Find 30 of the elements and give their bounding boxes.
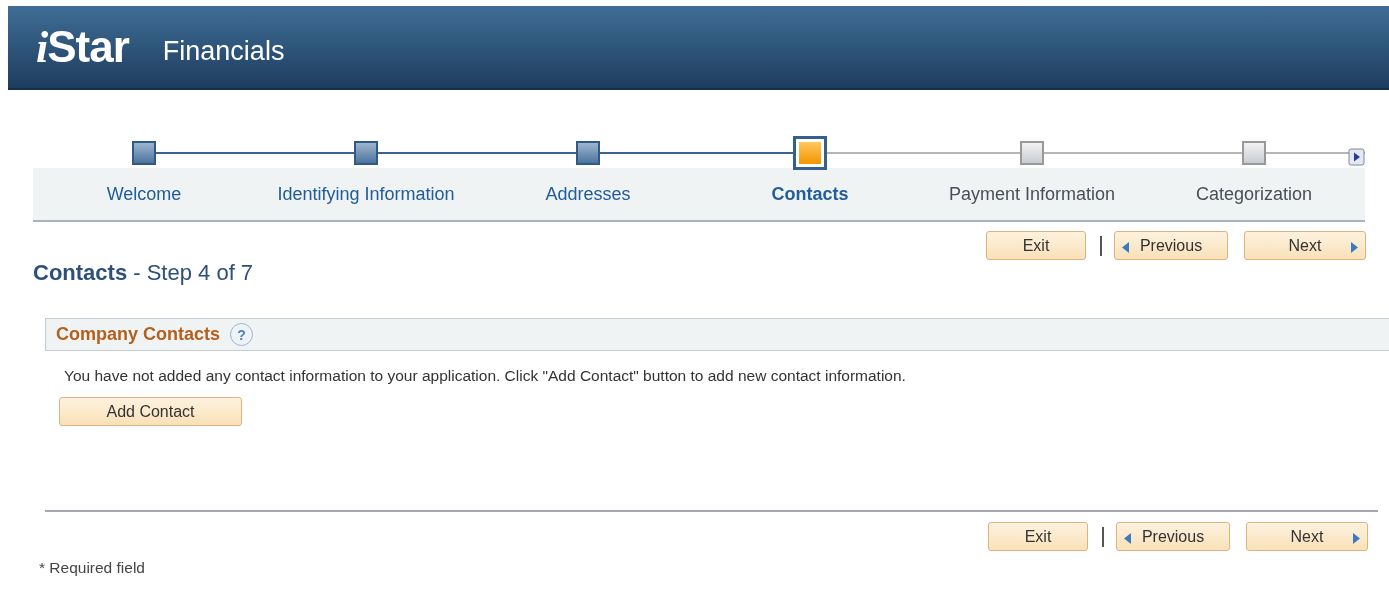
next-button[interactable]: Next	[1244, 231, 1366, 260]
right-arrow-icon	[1353, 533, 1360, 544]
scroll-right-icon[interactable]	[1348, 148, 1366, 168]
step-marker[interactable]	[576, 141, 600, 165]
next-button[interactable]: Next	[1246, 522, 1368, 551]
divider-line	[1100, 235, 1102, 256]
step-marker[interactable]	[354, 141, 378, 165]
section-title: Company Contacts	[56, 324, 221, 345]
exit-button[interactable]: Exit	[986, 231, 1086, 260]
divider-line	[1102, 526, 1104, 547]
step-label[interactable]: Welcome	[106, 183, 182, 205]
previous-button[interactable]: Previous	[1114, 231, 1228, 260]
step-label[interactable]: Addresses	[545, 183, 631, 205]
required-note: * Required field	[39, 559, 146, 577]
right-arrow-icon	[1351, 242, 1358, 253]
page-title: Contacts - Step 4 of 7	[33, 260, 255, 286]
step-marker[interactable]	[793, 136, 827, 170]
left-arrow-icon	[1122, 242, 1129, 253]
logo: iStar	[36, 21, 129, 73]
help-button[interactable]: ?	[230, 323, 254, 346]
step-marker[interactable]	[1242, 141, 1266, 165]
left-arrow-icon	[1124, 533, 1131, 544]
previous-button[interactable]: Previous	[1116, 522, 1230, 551]
step-label[interactable]: Contacts	[771, 183, 849, 205]
step-marker[interactable]	[1020, 141, 1044, 165]
add-contact-button[interactable]: Add Contact	[59, 397, 242, 426]
exit-button[interactable]: Exit	[988, 522, 1088, 551]
product-name: Financials	[162, 34, 285, 67]
step-marker[interactable]	[132, 141, 156, 165]
info-message: You have not added any contact information to your application. Click "Add Contact" button to add new contact information.	[64, 367, 907, 385]
